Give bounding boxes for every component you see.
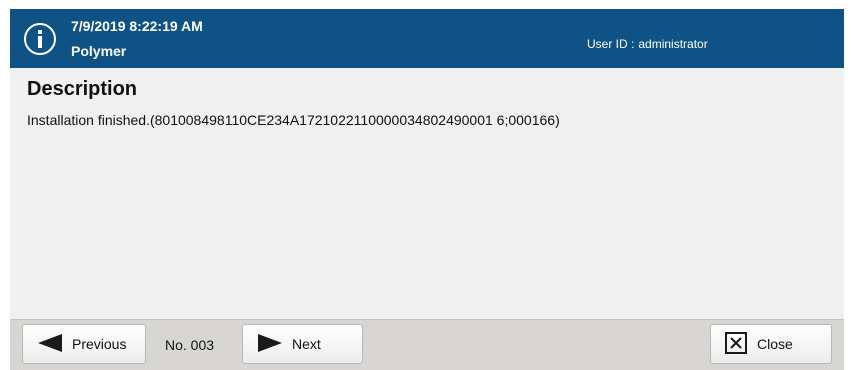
user-id-label: User ID :: [587, 37, 635, 51]
close-button[interactable]: Close: [710, 324, 832, 364]
event-dialog: 7/9/2019 8:22:19 AM Polymer User ID : adm…: [10, 9, 844, 370]
description-title: Description: [27, 78, 138, 100]
event-datetime: 7/9/2019 8:22:19 AM: [71, 18, 203, 34]
previous-button-label: Previous: [72, 336, 127, 352]
next-button[interactable]: Next: [242, 324, 363, 364]
previous-button[interactable]: Previous: [22, 324, 146, 364]
user-id-value: administrator: [638, 37, 708, 51]
info-icon: [24, 23, 56, 55]
dialog-footer: Previous No. 003 Next Close: [10, 319, 844, 370]
arrow-right-icon: [258, 333, 282, 355]
event-source: Polymer: [71, 43, 127, 59]
description-text: Installation finished.(801008498110CE234…: [27, 112, 560, 128]
next-button-label: Next: [292, 336, 321, 352]
close-box-icon: [725, 331, 747, 357]
record-number: No. 003: [165, 337, 215, 353]
close-button-label: Close: [757, 336, 793, 352]
arrow-left-icon: [38, 333, 62, 355]
dialog-header: 7/9/2019 8:22:19 AM Polymer User ID : adm…: [10, 9, 844, 68]
user-id: User ID : administrator: [587, 37, 712, 51]
